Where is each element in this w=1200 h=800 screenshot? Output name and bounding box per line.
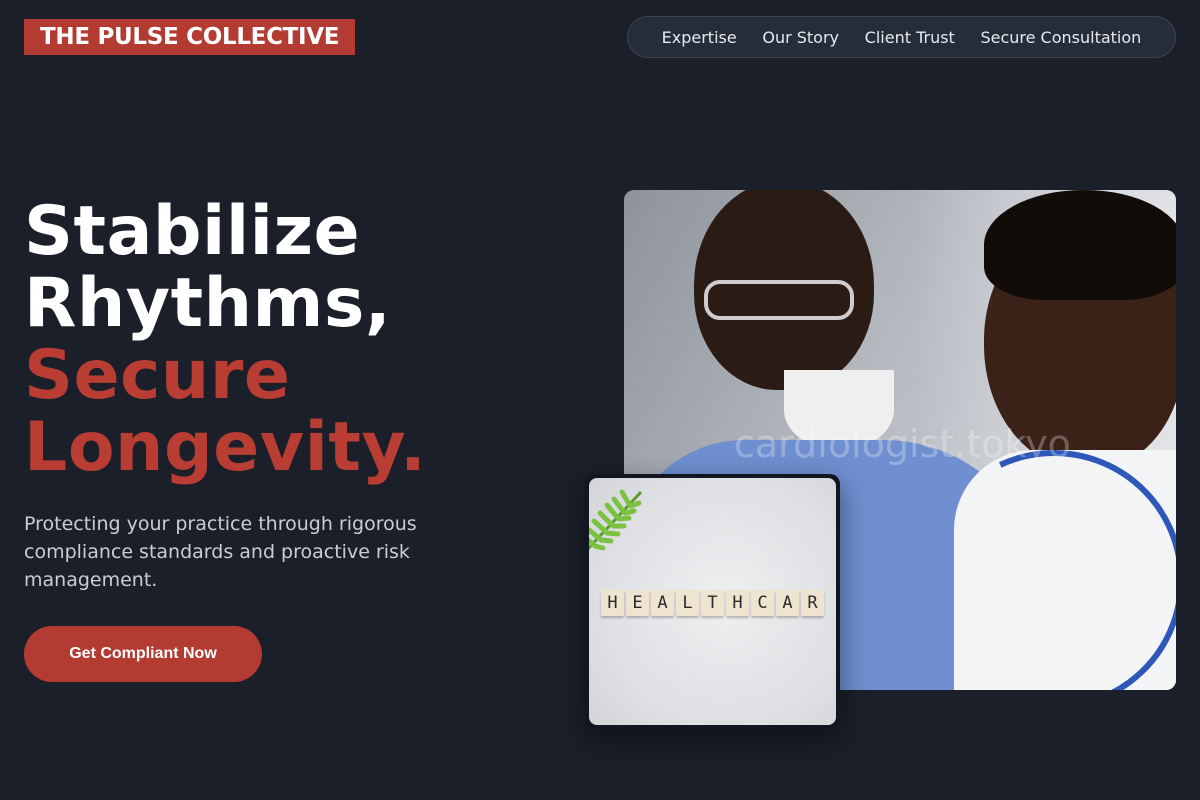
nav-item-our-story[interactable]: Our Story [762,28,839,47]
hero-headline: Stabilize Rhythms, Secure Longevity. [24,196,584,484]
page: THE PULSE COLLECTIVE Expertise Our Story… [0,0,1200,800]
fern-leaf-icon [589,489,643,551]
headline-line-1: Stabilize [24,192,361,271]
headline-line-3: Secure [24,336,291,415]
brand-logo[interactable]: THE PULSE COLLECTIVE [24,19,356,55]
tile: C [751,590,774,616]
tile: A [776,590,799,616]
tile: E [626,590,649,616]
healthcare-photo-inner: H E A L T H C A R [589,478,836,725]
tile: H [601,590,624,616]
hero-subtext: Protecting your practice through rigorou… [24,513,417,591]
glasses [704,280,854,320]
letter-tiles: H E A L T H C A R [601,590,824,616]
get-compliant-button[interactable]: Get Compliant Now [24,626,262,682]
nav-item-expertise[interactable]: Expertise [662,28,737,47]
tile: H [726,590,749,616]
nav-item-client-trust[interactable]: Client Trust [865,28,955,47]
tile: T [701,590,724,616]
main-nav: Expertise Our Story Client Trust Secure … [627,16,1176,58]
healthcare-tiles-photo: H E A L T H C A R [585,474,840,729]
woman-hair [984,190,1176,300]
tile: L [676,590,699,616]
photo-watermark: cardiologist.tokyo [734,422,1071,466]
headline-line-2: Rhythms, [24,264,392,343]
headline-line-4: Longevity. [24,408,427,487]
tile: R [801,590,824,616]
nav-item-secure-consultation[interactable]: Secure Consultation [980,28,1141,47]
tile: A [651,590,674,616]
